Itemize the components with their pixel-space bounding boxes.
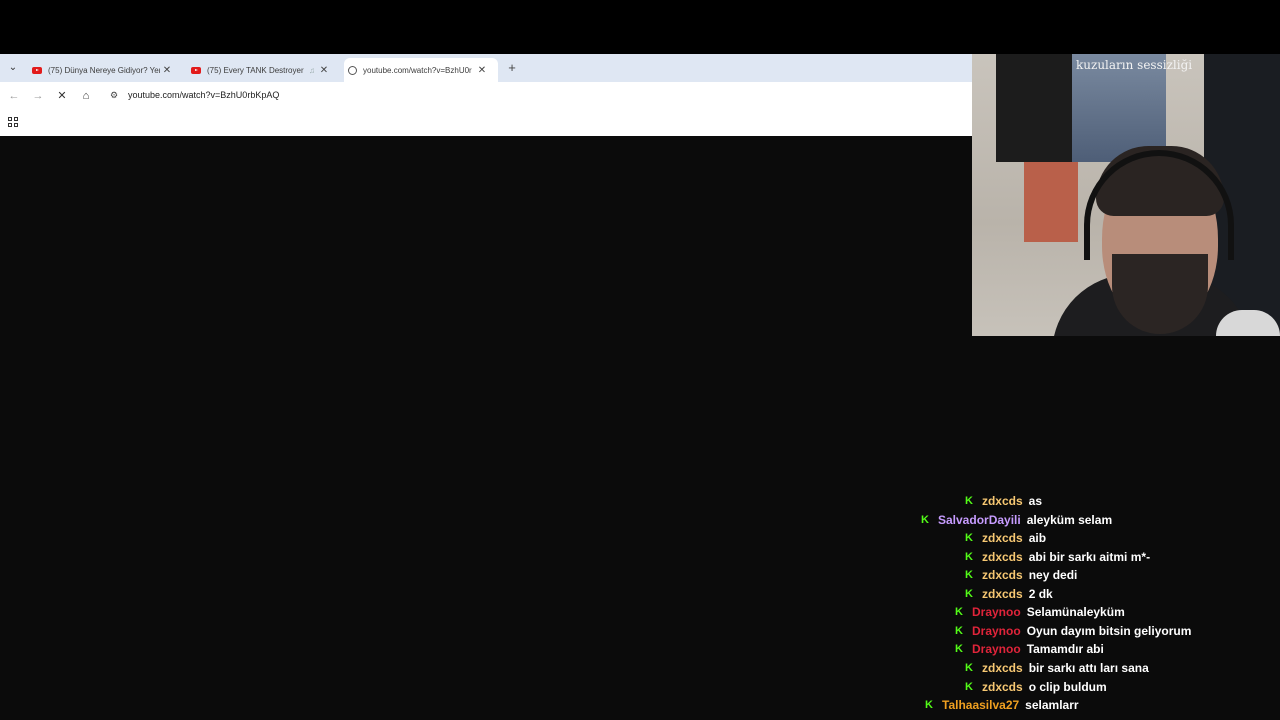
kick-badge-icon: K: [965, 588, 973, 600]
site-info-icon[interactable]: ⚙: [110, 90, 120, 100]
kick-badge-icon: K: [964, 495, 973, 507]
chat-message: K zdxcds as: [964, 492, 1042, 510]
tab-strip: ⌄ (75) Dünya Nereye Gidiyor? Yer ✕ (75) …: [0, 54, 972, 82]
chat-text: Tamamdır abi: [1026, 642, 1104, 656]
new-tab-button[interactable]: +: [504, 60, 520, 76]
chat-message: K zdxcds abi bir sarkı aitmi m*-: [964, 548, 1150, 566]
home-icon[interactable]: ⌂: [78, 88, 94, 104]
chat-username: Draynoo: [972, 642, 1021, 656]
forward-arrow-icon[interactable]: →: [30, 88, 46, 104]
chat-text: aib: [1028, 531, 1047, 545]
chat-username: SalvadorDayili: [938, 513, 1021, 527]
kick-badge-icon: K: [925, 699, 933, 711]
webcam-overlay: kuzuların sessizliği: [972, 54, 1280, 336]
chat-text: bir sarkı attı ları sana: [1028, 661, 1149, 675]
chat-message: K zdxcds o clip buldum: [964, 678, 1107, 696]
browser-toolbar: ← → ✕ ⌂ ⚙ youtube.com/watch?v=BzhU0rbKpA…: [0, 82, 972, 110]
chat-text: abi bir sarkı aitmi m*-: [1028, 550, 1151, 564]
back-arrow-icon[interactable]: ←: [6, 88, 22, 104]
chat-message: K Draynoo Tamamdır abi: [954, 640, 1104, 658]
kick-badge-icon: K: [965, 551, 973, 563]
kick-badge-icon: K: [965, 569, 973, 581]
chat-username: zdxcds: [982, 587, 1023, 601]
tab-title: (75) Dünya Nereye Gidiyor? Yer: [48, 65, 160, 75]
chat-message: K zdxcds ney dedi: [964, 566, 1077, 584]
kick-badge-icon: K: [955, 606, 963, 618]
poster: [996, 54, 1072, 162]
close-icon[interactable]: ✕: [317, 65, 331, 76]
chat-message: K Talhaasilva27 selamlarr: [924, 696, 1079, 714]
chat-username: zdxcds: [982, 550, 1023, 564]
stop-loading-icon[interactable]: ✕: [54, 88, 70, 104]
tab-title: youtube.com/watch?v=BzhU0r: [363, 65, 472, 75]
address-bar[interactable]: ⚙ youtube.com/watch?v=BzhU0rbKpAQ: [106, 86, 966, 106]
kick-badge-icon: K: [955, 643, 963, 655]
chat-message: K Draynoo Oyun dayım bitsin geliyorum: [954, 622, 1191, 640]
chat-username: zdxcds: [982, 568, 1023, 582]
chat-message: K zdxcds 2 dk: [964, 585, 1053, 603]
bookmarks-bar: [0, 110, 972, 137]
chat-text: selamlarr: [1025, 698, 1079, 712]
chat-username: zdxcds: [981, 494, 1023, 508]
poster: [1024, 162, 1078, 242]
apps-grid-icon[interactable]: [8, 117, 18, 127]
tab-tank-destroyer[interactable]: (75) Every TANK Destroyer ♫ ✕: [187, 58, 337, 82]
globe-icon: [348, 65, 357, 75]
close-icon[interactable]: ✕: [475, 65, 489, 76]
poster-title: kuzuların sessizliği: [1076, 58, 1193, 72]
youtube-icon: [32, 66, 42, 74]
chat-username: Draynoo: [972, 624, 1021, 638]
youtube-icon: [191, 66, 201, 74]
chat-message: K zdxcds aib: [964, 529, 1046, 547]
browser-window: ⌄ (75) Dünya Nereye Gidiyor? Yer ✕ (75) …: [0, 54, 972, 137]
chat-message: K zdxcds bir sarkı attı ları sana: [964, 659, 1149, 677]
tab-dunya[interactable]: (75) Dünya Nereye Gidiyor? Yer ✕: [28, 58, 178, 82]
tab-youtube-watch[interactable]: youtube.com/watch?v=BzhU0r ✕: [344, 58, 498, 82]
kick-badge-icon: K: [965, 681, 973, 693]
url-text[interactable]: youtube.com/watch?v=BzhU0rbKpAQ: [128, 90, 279, 100]
chat-text: o clip buldum: [1028, 680, 1107, 694]
chat-text: as: [1028, 494, 1042, 508]
kick-badge-icon: K: [955, 625, 963, 637]
tab-title: (75) Every TANK Destroyer: [207, 65, 304, 75]
top-letterbox: [0, 0, 1280, 54]
chat-text: ney dedi: [1028, 568, 1078, 582]
chat-username: zdxcds: [982, 661, 1023, 675]
page-content-loading: [0, 136, 972, 720]
chat-message: K Draynoo Selamünaleyküm: [954, 603, 1125, 621]
kick-badge-icon: K: [921, 514, 929, 526]
chat-message: K SalvadorDayili aleyküm selam: [920, 511, 1112, 529]
chat-text: Oyun dayım bitsin geliyorum: [1026, 624, 1192, 638]
tab-list-chevron-icon[interactable]: ⌄: [5, 60, 21, 76]
chat-text: 2 dk: [1028, 587, 1053, 601]
chat-username: zdxcds: [982, 680, 1023, 694]
kick-badge-icon: K: [965, 532, 973, 544]
chat-username: zdxcds: [982, 531, 1023, 545]
close-icon[interactable]: ✕: [160, 65, 174, 76]
chat-text: aleyküm selam: [1026, 513, 1113, 527]
speaker-icon[interactable]: ♫: [309, 66, 315, 75]
kick-badge-icon: K: [965, 662, 973, 674]
chat-username: Talhaasilva27: [942, 698, 1020, 712]
chat-text: Selamünaleyküm: [1026, 605, 1125, 619]
chat-username: Draynoo: [972, 605, 1021, 619]
